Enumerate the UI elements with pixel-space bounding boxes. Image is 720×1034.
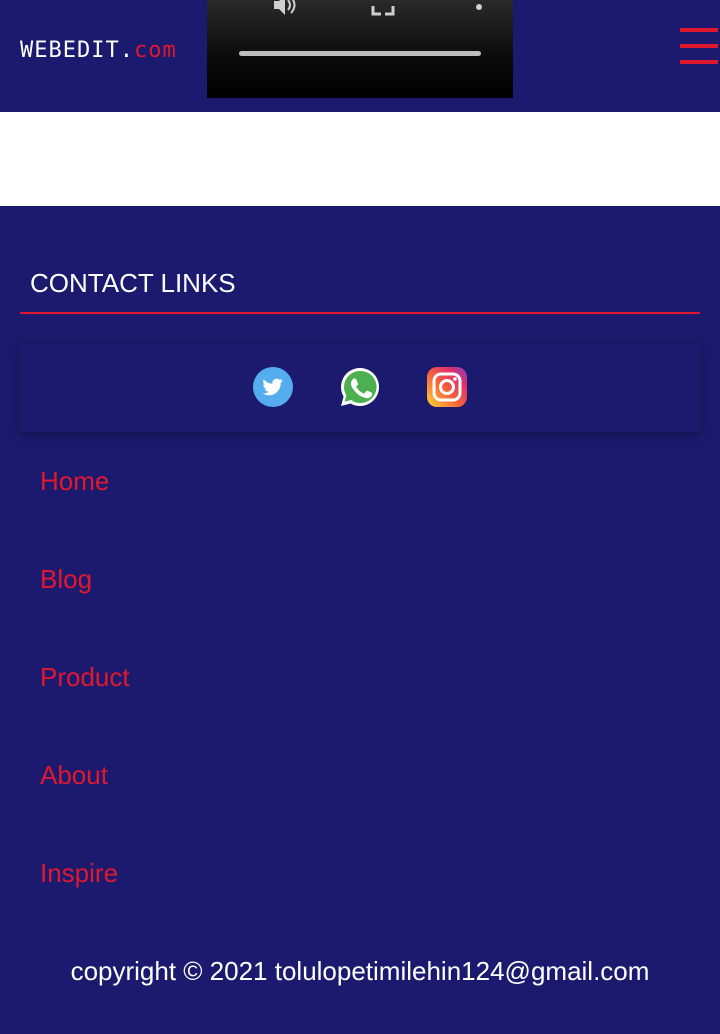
- logo-tld: com: [133, 38, 177, 63]
- nav-link-inspire[interactable]: Inspire: [40, 858, 118, 889]
- video-player[interactable]: [207, 0, 513, 98]
- content-area: [0, 112, 720, 206]
- fullscreen-icon[interactable]: [370, 0, 396, 18]
- nav-link-about[interactable]: About: [40, 760, 108, 791]
- nav-link-home[interactable]: Home: [40, 466, 109, 497]
- contact-links-heading: CONTACT LINKS: [20, 262, 700, 314]
- nav-link-blog[interactable]: Blog: [40, 564, 92, 595]
- volume-icon[interactable]: [271, 0, 297, 18]
- whatsapp-icon[interactable]: [339, 366, 381, 408]
- menu-icon[interactable]: [680, 28, 718, 66]
- logo-main: WEBEDIT.: [20, 38, 134, 63]
- twitter-icon[interactable]: [252, 366, 294, 408]
- more-options-icon[interactable]: [466, 0, 492, 18]
- nav-link-product[interactable]: Product: [40, 662, 130, 693]
- site-logo[interactable]: WEBEDIT.com: [20, 38, 177, 63]
- site-header: WEBEDIT.com: [0, 0, 720, 112]
- contact-links-title: CONTACT LINKS: [30, 268, 236, 298]
- copyright-text: copyright © 2021 tolulopetimilehin124@gm…: [70, 956, 650, 986]
- social-links-card: [20, 344, 700, 432]
- video-progress-bar[interactable]: [239, 51, 481, 56]
- instagram-icon[interactable]: [426, 366, 468, 408]
